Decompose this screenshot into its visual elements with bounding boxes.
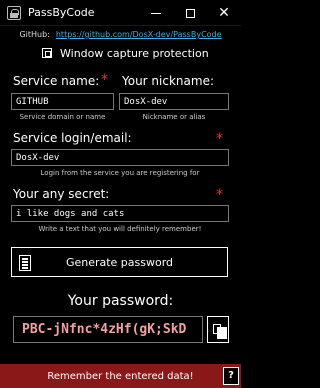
service-login-input[interactable]: DosX-dev: [11, 149, 229, 166]
close-button[interactable]: ✕: [207, 0, 241, 26]
close-icon: ✕: [218, 5, 230, 21]
generate-password-button[interactable]: Generate password: [11, 247, 228, 277]
github-label: GitHub:: [19, 30, 50, 39]
generate-password-label: Generate password: [65, 255, 174, 269]
service-login-hint: Login from the service you are registeri…: [40, 169, 200, 177]
github-link[interactable]: https://github.com/DosX-dev/PassByCode: [56, 30, 222, 42]
maximize-icon: [185, 8, 195, 18]
minimize-button[interactable]: [139, 0, 173, 26]
copy-icon: [213, 324, 227, 339]
secret-label: Your any secret:: [13, 187, 110, 201]
notepad-icon: [19, 255, 31, 271]
password-output[interactable]: PBC-jNfnc*4zHf(gK;SkD: [13, 316, 203, 343]
github-row: GitHub: https://github.com/DosX-dev/Pass…: [0, 30, 241, 42]
service-login-label: Service login/email:: [13, 131, 132, 145]
required-mark: *: [216, 131, 223, 147]
capture-protection-option[interactable]: Window capture protection: [42, 46, 209, 60]
service-name-hint: Service domain or name: [19, 113, 106, 121]
nickname-input[interactable]: DosX-dev: [119, 93, 229, 110]
window-title: PassByCode: [28, 6, 95, 19]
maximize-button[interactable]: [173, 0, 207, 26]
minimize-icon: [151, 12, 161, 14]
secret-input[interactable]: i like dogs and cats: [11, 205, 229, 222]
capture-protection-checkbox[interactable]: [42, 48, 52, 58]
footer-warning: Remember the entered data!: [0, 364, 241, 388]
help-button[interactable]: ?: [223, 367, 239, 385]
secret-hint: Write a text that you will definitely re…: [38, 225, 202, 233]
required-mark: *: [216, 187, 223, 203]
capture-protection-label: Window capture protection: [60, 46, 209, 60]
copy-password-button[interactable]: [207, 316, 229, 343]
password-title: Your password:: [67, 293, 174, 309]
title-bar: PassByCode ✕: [0, 0, 241, 26]
nickname-hint: Nickname or alias: [142, 113, 206, 121]
service-name-input[interactable]: GITHUB: [11, 93, 114, 110]
required-mark: *: [101, 72, 108, 88]
lock-icon: [7, 6, 21, 20]
service-name-label: Service name:: [13, 74, 100, 88]
nickname-label: Your nickname:: [122, 74, 214, 88]
